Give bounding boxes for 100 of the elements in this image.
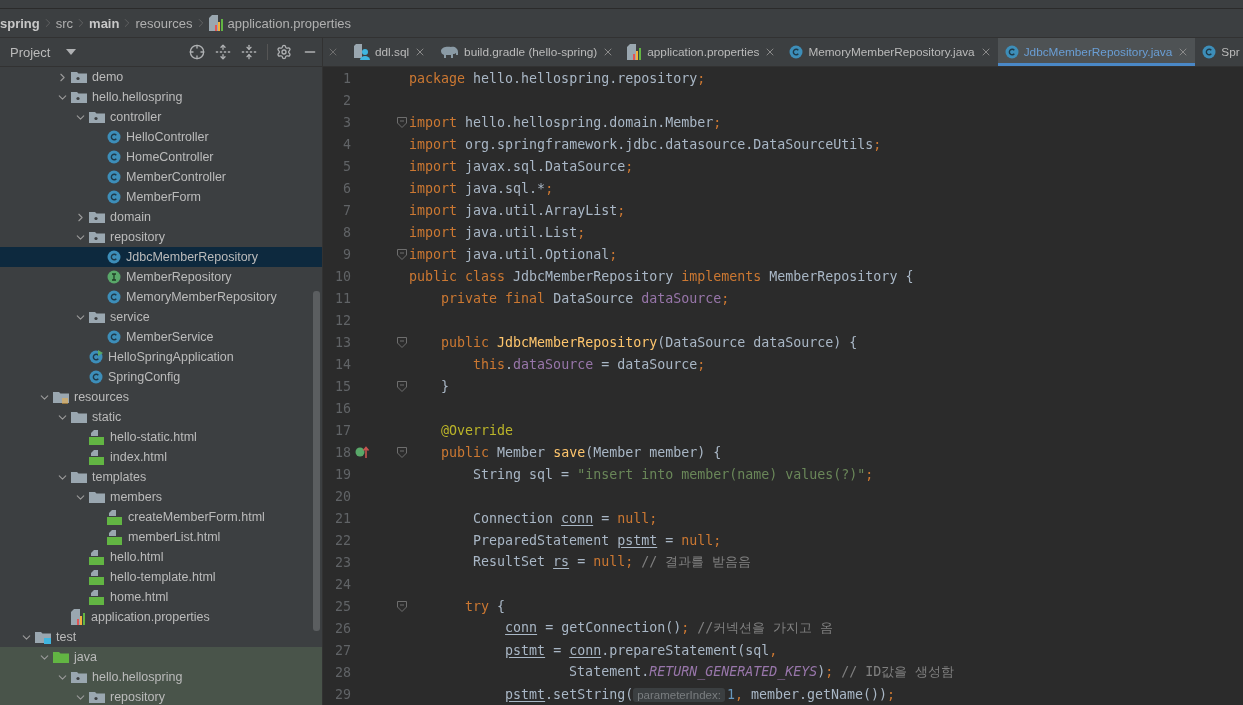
html-file-icon (89, 549, 105, 565)
tree-item[interactable]: templates (0, 467, 322, 487)
line-number: 27 (334, 642, 351, 658)
editor-tab[interactable]: MemoryMemberRepository.java (782, 38, 998, 66)
line-number: 17 (334, 422, 351, 438)
properties-file-icon (208, 15, 224, 31)
fold-marker-icon[interactable] (397, 116, 407, 128)
tree-item[interactable]: members (0, 487, 322, 507)
class-icon (107, 170, 121, 184)
settings-icon[interactable] (276, 44, 292, 60)
tree-item[interactable]: static (0, 407, 322, 427)
editor-tab[interactable]: JdbcMemberRepository.java (997, 38, 1196, 66)
code-line: try { (464, 598, 506, 614)
tree-item[interactable]: MemoryMemberRepository (0, 287, 322, 307)
code-line: import java.util.Optional; (409, 246, 618, 262)
package-icon (89, 210, 105, 224)
tree-item[interactable]: hello.hellospring (0, 667, 322, 687)
line-number: 14 (334, 356, 351, 372)
tree-item[interactable]: java (0, 647, 322, 667)
tree-item[interactable]: SpringConfig (0, 367, 322, 387)
tree-item[interactable]: JdbcMemberRepository (0, 247, 322, 267)
editor-tab[interactable]: application.properties (620, 38, 783, 66)
breadcrumb-item[interactable]: src (55, 15, 74, 31)
class-icon (789, 45, 804, 59)
tree-item[interactable]: resources (0, 387, 322, 407)
tree-item[interactable]: demo (0, 67, 322, 87)
tree-item[interactable]: HomeController (0, 147, 322, 167)
code-line: import java.sql.*; (409, 180, 554, 196)
line-number: 10 (334, 268, 351, 284)
breadcrumb-item[interactable]: application.properties (227, 15, 352, 31)
override-icon[interactable] (355, 446, 371, 458)
line-number: 13 (334, 334, 351, 350)
tree-item[interactable]: service (0, 307, 322, 327)
folder-icon (53, 650, 69, 664)
breadcrumb-item[interactable]: resources (135, 15, 193, 31)
tree-item[interactable]: MemberRepository (0, 267, 322, 287)
code-line: this.dataSource = dataSource; (472, 356, 706, 372)
class-icon (107, 330, 121, 344)
tree-item[interactable]: hello-static.html (0, 427, 322, 447)
line-number: 26 (334, 620, 351, 636)
code-line: Statement.RETURN_GENERATED_KEYS); // ID값을 생성함 (568, 663, 955, 681)
breadcrumb-item[interactable]: main (89, 15, 120, 31)
fold-marker-icon[interactable] (397, 248, 407, 260)
html-file-icon (89, 429, 105, 445)
folder-icon (71, 470, 87, 484)
line-number: 28 (334, 664, 351, 680)
tree-item[interactable]: createMemberForm.html (0, 507, 322, 527)
line-number: 1 (342, 70, 351, 86)
tree-item[interactable]: domain (0, 207, 322, 227)
class-icon (107, 250, 121, 264)
package-icon (89, 110, 105, 124)
code-line: PreparedStatement pstmt = null; (472, 532, 722, 548)
tree-item[interactable]: MemberService (0, 327, 322, 347)
code-line: public class JdbcMemberRepository implements MemberRepository { (409, 268, 914, 284)
folder-icon (53, 390, 69, 404)
close-icon[interactable] (327, 46, 339, 58)
code-line: String sql = "insert into member(name) values(?)"; (472, 466, 874, 482)
editor-tab[interactable]: build.gradle (hello-spring) (432, 38, 621, 66)
collapse-all-icon[interactable] (241, 44, 257, 60)
class-icon (107, 190, 121, 204)
code-line: ResultSet rs = null; // 결과를 받음음 (472, 553, 752, 571)
line-number: 15 (334, 378, 351, 394)
folder-icon (35, 630, 51, 644)
class-icon (1004, 45, 1019, 59)
line-number: 21 (334, 510, 351, 526)
tree-item[interactable]: index.html (0, 447, 322, 467)
fold-marker-icon[interactable] (397, 446, 407, 458)
code-line: public JdbcMemberRepository(DataSource dataSource) { (440, 334, 858, 350)
tree-item[interactable]: controller (0, 107, 322, 127)
scrollbar[interactable] (313, 291, 320, 631)
fold-marker-icon[interactable] (397, 336, 407, 348)
line-number: 5 (342, 158, 351, 174)
tree-item[interactable]: hello.hellospring (0, 87, 322, 107)
code-line: package hello.hellospring.repository; (409, 70, 706, 86)
html-file-icon (89, 589, 105, 605)
project-view-dropdown[interactable]: Project (0, 44, 77, 60)
code-line: import java.util.List; (409, 224, 586, 240)
line-number: 11 (334, 290, 351, 306)
tree-item[interactable]: HelloController (0, 127, 322, 147)
tree-item[interactable]: MemberForm (0, 187, 322, 207)
editor-tab[interactable]: Spr (1195, 38, 1243, 66)
editor-tab[interactable]: ddl.sql (347, 38, 433, 66)
tree-item[interactable]: hello-template.html (0, 567, 322, 587)
locate-icon[interactable] (189, 44, 205, 60)
line-number: 2 (342, 92, 351, 108)
line-number: 6 (342, 180, 351, 196)
code-line: pstmt = conn.prepareStatement(sql, (504, 642, 778, 658)
breadcrumb-item[interactable]: spring (0, 15, 40, 31)
tree-item[interactable]: memberList.html (0, 527, 322, 547)
tree-item[interactable]: test (0, 627, 322, 647)
tree-item[interactable]: hello.html (0, 547, 322, 567)
tree-item[interactable]: MemberController (0, 167, 322, 187)
tree-item[interactable]: application.properties (0, 607, 322, 627)
tree-item[interactable]: home.html (0, 587, 322, 607)
tree-item[interactable]: HelloSpringApplication (0, 347, 322, 367)
fold-marker-icon[interactable] (397, 380, 407, 392)
tree-item[interactable]: repository (0, 227, 322, 247)
tree-item[interactable]: repository (0, 687, 322, 705)
expand-all-icon[interactable] (215, 44, 231, 60)
fold-marker-icon[interactable] (397, 600, 407, 612)
